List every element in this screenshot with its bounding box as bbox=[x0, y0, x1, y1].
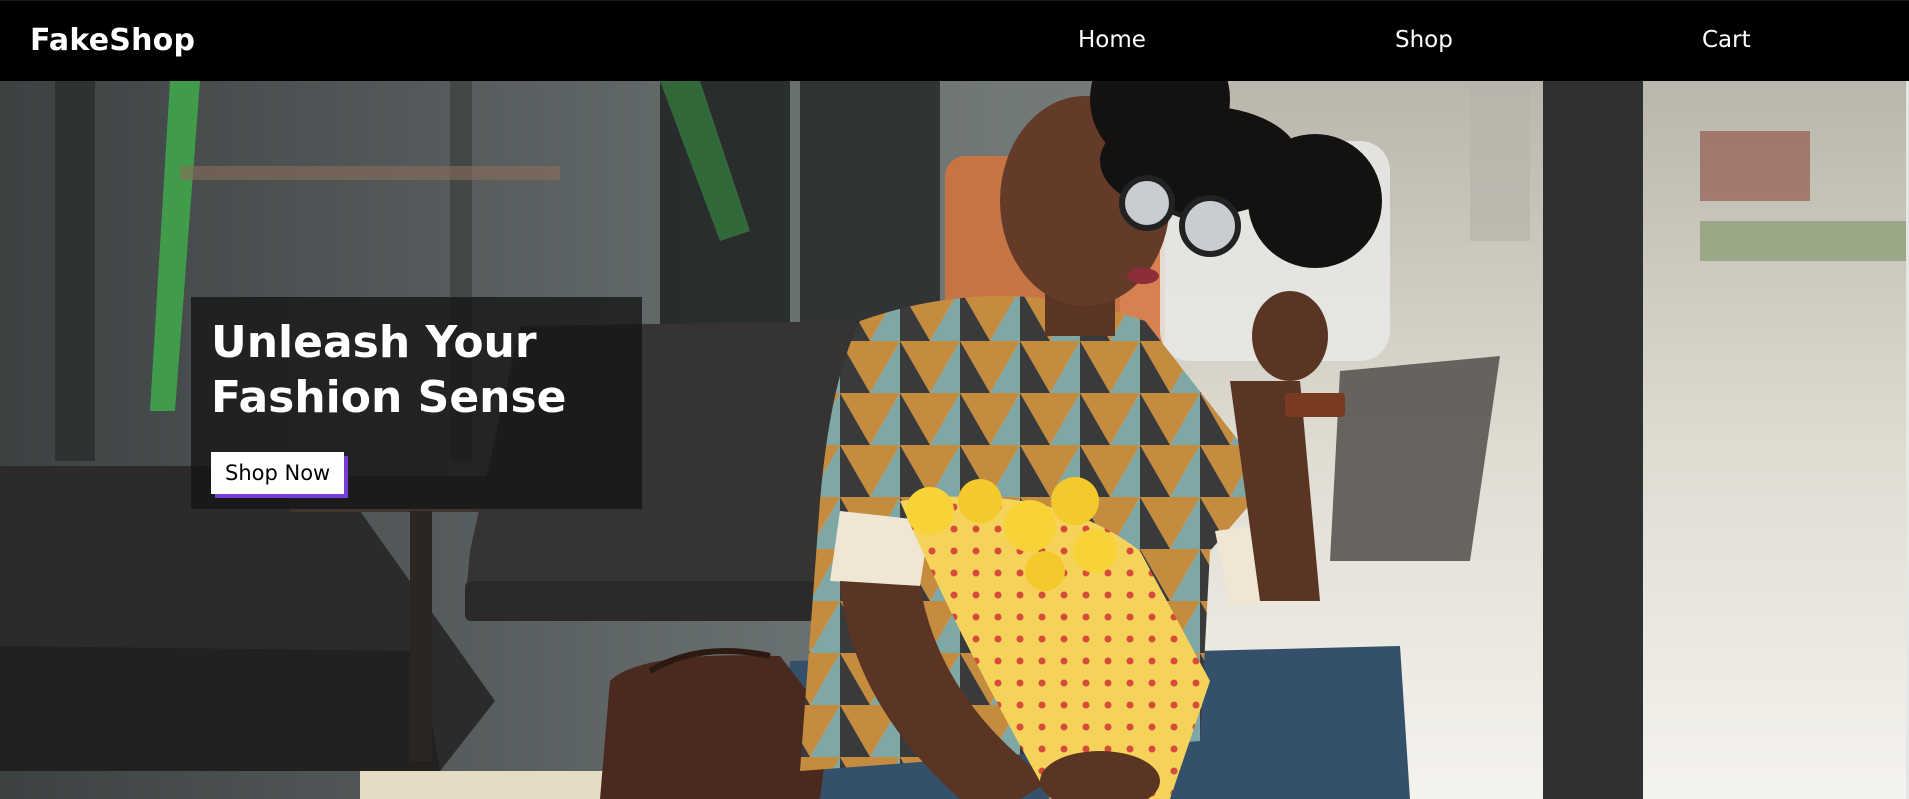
hero-banner: Unleash Your Fashion Sense Shop Now bbox=[0, 81, 1909, 799]
hero-card: Unleash Your Fashion Sense Shop Now bbox=[191, 297, 642, 509]
nav-link-cart[interactable]: Cart bbox=[1702, 27, 1751, 53]
nav-link-home[interactable]: Home bbox=[1078, 27, 1146, 53]
shop-now-button[interactable]: Shop Now bbox=[211, 452, 345, 494]
brand-logo[interactable]: FakeShop bbox=[30, 23, 195, 58]
top-navbar: FakeShop Home Shop Cart bbox=[0, 0, 1909, 81]
nav-link-shop[interactable]: Shop bbox=[1395, 27, 1453, 53]
hero-title: Unleash Your Fashion Sense bbox=[211, 317, 567, 423]
